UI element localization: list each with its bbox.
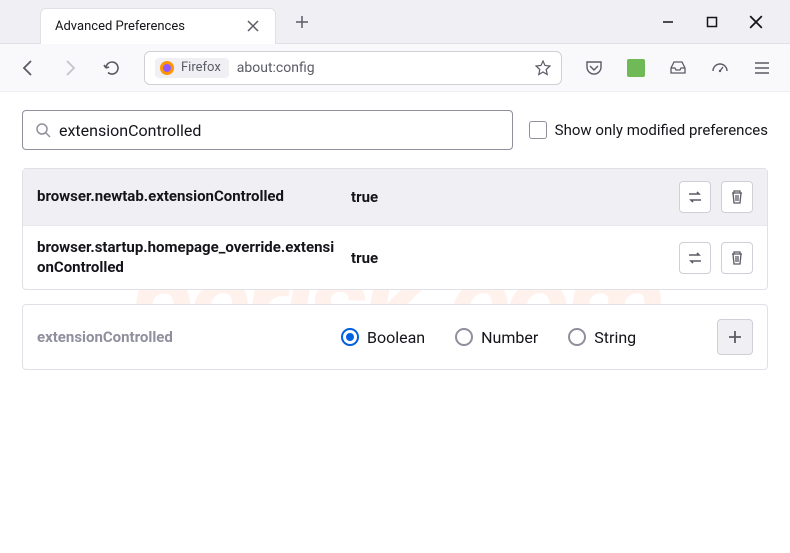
add-preference-button[interactable] [717, 319, 753, 355]
identity-label: Firefox [181, 60, 221, 75]
dashboard-icon[interactable] [704, 52, 736, 84]
about-config-content: Show only modified preferences browser.n… [0, 92, 790, 388]
toggle-button[interactable] [679, 181, 711, 213]
extension-icon[interactable] [620, 52, 652, 84]
url-bar[interactable]: Firefox about:config [144, 51, 562, 85]
radio-label: Boolean [367, 328, 425, 347]
type-radio-group: Boolean Number String [341, 328, 703, 347]
show-modified-label: Show only modified preferences [555, 121, 768, 139]
close-window-button[interactable] [746, 12, 766, 32]
search-input[interactable] [59, 121, 500, 140]
show-modified-checkbox[interactable]: Show only modified preferences [529, 121, 768, 139]
firefox-icon [159, 60, 175, 76]
type-radio-number[interactable]: Number [455, 328, 538, 347]
radio-icon [455, 328, 473, 346]
type-radio-boolean[interactable]: Boolean [341, 328, 425, 347]
window-controls [658, 12, 790, 32]
checkbox-icon [529, 121, 547, 139]
bookmark-star-icon[interactable] [535, 60, 551, 76]
close-tab-icon[interactable] [245, 18, 261, 34]
minimize-button[interactable] [658, 12, 678, 32]
type-radio-string[interactable]: String [568, 328, 636, 347]
pocket-icon[interactable] [578, 52, 610, 84]
titlebar: Advanced Preferences [0, 0, 790, 44]
radio-label: Number [481, 328, 538, 347]
new-tab-button[interactable] [288, 8, 316, 36]
preference-search-box[interactable] [22, 110, 513, 150]
browser-tab[interactable]: Advanced Preferences [40, 8, 276, 44]
radio-label: String [594, 328, 636, 347]
search-icon [35, 122, 51, 138]
preference-row[interactable]: browser.startup.homepage_override.extens… [23, 225, 767, 289]
add-preference-row: extensionControlled Boolean Number Strin… [22, 304, 768, 370]
maximize-button[interactable] [702, 12, 722, 32]
navigation-toolbar: Firefox about:config [0, 44, 790, 92]
preference-list: browser.newtab.extensionControlled true … [22, 168, 768, 290]
identity-box[interactable]: Firefox [155, 58, 229, 78]
preference-value: true [351, 249, 665, 267]
delete-button[interactable] [721, 242, 753, 274]
app-menu-button[interactable] [746, 52, 778, 84]
radio-icon [568, 328, 586, 346]
url-text: about:config [237, 60, 527, 76]
delete-button[interactable] [721, 181, 753, 213]
forward-button[interactable] [54, 52, 86, 84]
reload-button[interactable] [96, 52, 128, 84]
preference-name: browser.newtab.extensionControlled [37, 187, 337, 207]
new-preference-name: extensionControlled [37, 328, 327, 346]
tab-title: Advanced Preferences [55, 19, 185, 34]
radio-icon [341, 328, 359, 346]
preference-value: true [351, 188, 665, 206]
inbox-icon[interactable] [662, 52, 694, 84]
preference-name: browser.startup.homepage_override.extens… [37, 238, 337, 277]
toggle-button[interactable] [679, 242, 711, 274]
preference-row[interactable]: browser.newtab.extensionControlled true [23, 169, 767, 225]
back-button[interactable] [12, 52, 44, 84]
